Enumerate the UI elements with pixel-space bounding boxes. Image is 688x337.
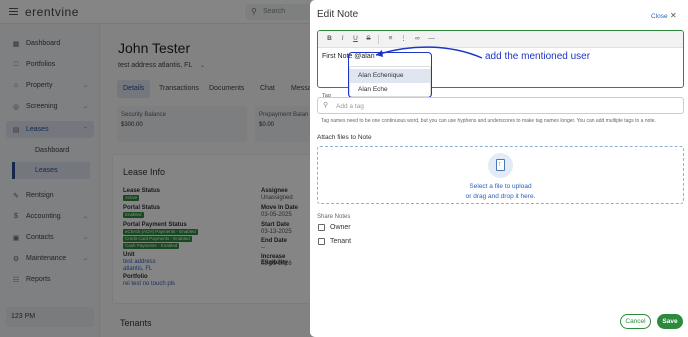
cancel-button[interactable]: Cancel [620, 314, 651, 329]
tag-help-text: Tag names need to be one continuous word… [321, 118, 656, 124]
tenant-label: Tenant [330, 237, 352, 245]
file-dropzone[interactable]: ↑ Select a file to upload or drag and dr… [317, 146, 684, 204]
tenant-checkbox[interactable] [318, 237, 325, 245]
upload-drop-text: or drag and drop it here. [465, 193, 536, 200]
share-notes-label: Share Notes [317, 214, 351, 220]
search-icon: ⚲ [323, 102, 329, 109]
upload-icon: ↑ [488, 153, 513, 178]
tag-field[interactable]: ⚲ [317, 97, 684, 114]
owner-checkbox[interactable] [318, 223, 325, 231]
save-button[interactable]: Save [657, 314, 683, 329]
upload-select-link[interactable]: Select a file to upload [318, 183, 683, 190]
attach-label: Attach files to Note [317, 134, 372, 141]
share-tenant-option[interactable]: Tenant [318, 236, 351, 246]
tag-input[interactable] [336, 102, 536, 111]
annotation-label: add the mentioned user [485, 51, 591, 62]
share-owner-option[interactable]: Owner [318, 222, 351, 232]
edit-note-drawer: Edit Note Close ✕ B I U S ≡ ⋮ ∞ — First … [310, 0, 688, 337]
owner-label: Owner [330, 223, 351, 231]
